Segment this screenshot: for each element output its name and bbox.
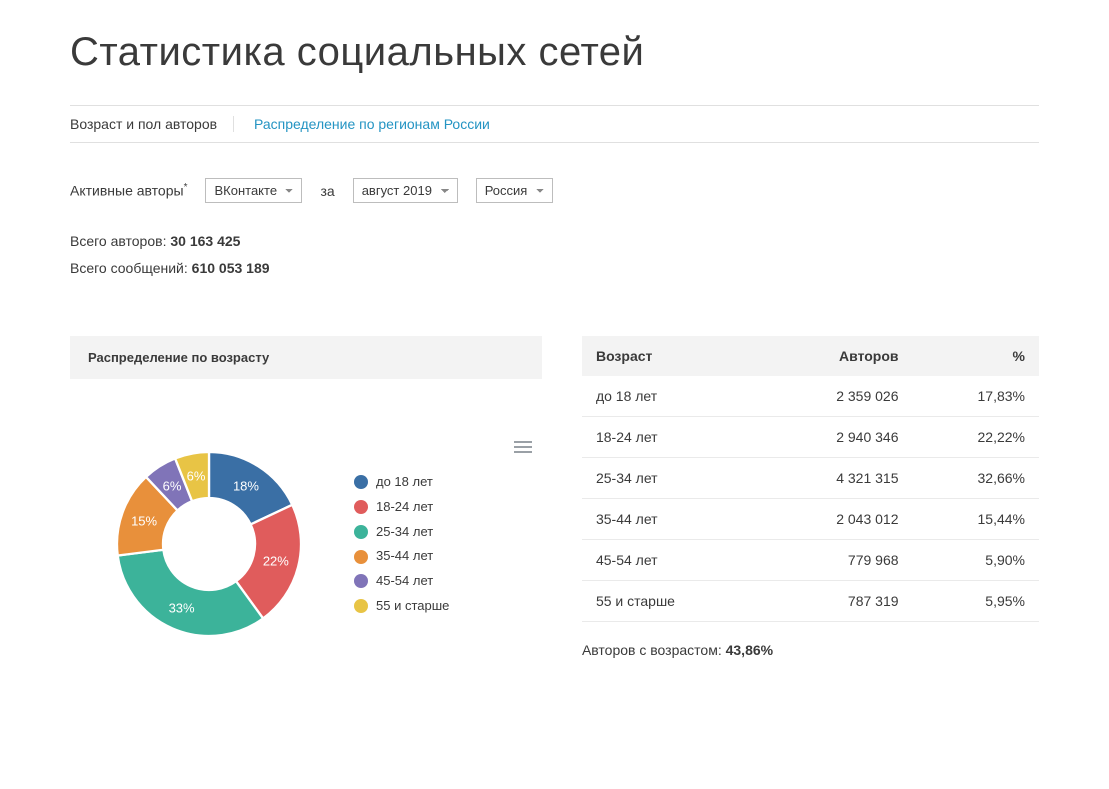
select-region[interactable]: Россия (476, 178, 553, 203)
totals-block: Всего авторов: 30 163 425 Всего сообщени… (70, 228, 1039, 281)
chart-panel-title: Распределение по возрасту (70, 336, 542, 379)
legend-label: 45-54 лет (376, 569, 433, 594)
cell-authors: 2 043 012 (761, 499, 912, 540)
filters-authors-label: Активные авторы* (70, 182, 187, 199)
legend-label: 18-24 лет (376, 495, 433, 520)
cell-age: 45-54 лет (582, 540, 761, 581)
legend-item: до 18 лет (354, 470, 449, 495)
cell-pct: 17,83% (913, 376, 1039, 417)
chart-legend: до 18 лет18-24 лет25-34 лет35-44 лет45-5… (354, 470, 449, 618)
legend-item: 45-54 лет (354, 569, 449, 594)
cell-pct: 32,66% (913, 458, 1039, 499)
cell-pct: 15,44% (913, 499, 1039, 540)
cell-pct: 22,22% (913, 417, 1039, 458)
cell-authors: 779 968 (761, 540, 912, 581)
donut-chart: 18% 22% 33% 15% 6% 6% (94, 429, 324, 659)
tab-age-gender[interactable]: Возраст и пол авторов (70, 116, 229, 132)
slice-label: 22% (263, 554, 289, 569)
legend-item: 55 и старше (354, 594, 449, 619)
cell-authors: 4 321 315 (761, 458, 912, 499)
authors-with-age-footnote: Авторов с возрастом: 43,86% (582, 642, 1039, 658)
tab-regions[interactable]: Распределение по регионам России (233, 116, 502, 132)
slice-label: 6% (163, 478, 182, 493)
slice-label: 33% (169, 600, 195, 615)
cell-pct: 5,95% (913, 581, 1039, 622)
hamburger-icon[interactable] (514, 441, 532, 455)
cell-age: 25-34 лет (582, 458, 761, 499)
cell-age: до 18 лет (582, 376, 761, 417)
total-messages-label: Всего сообщений: (70, 260, 192, 276)
table-row: 55 и старше787 3195,95% (582, 581, 1039, 622)
legend-label: до 18 лет (376, 470, 433, 495)
table-row: 35-44 лет2 043 01215,44% (582, 499, 1039, 540)
cell-age: 55 и старше (582, 581, 761, 622)
select-month[interactable]: август 2019 (353, 178, 458, 203)
th-age: Возраст (582, 336, 761, 376)
table-row: 25-34 лет4 321 31532,66% (582, 458, 1039, 499)
cell-age: 18-24 лет (582, 417, 761, 458)
legend-swatch (354, 525, 368, 539)
chart-panel: Распределение по возрасту 18% 22% 33% 15% 6%… (70, 336, 542, 659)
table-row: до 18 лет2 359 02617,83% (582, 376, 1039, 417)
total-authors-value: 30 163 425 (170, 233, 240, 249)
th-pct: % (913, 336, 1039, 376)
slice-label: 18% (233, 478, 259, 493)
total-authors-label: Всего авторов: (70, 233, 170, 249)
total-messages-value: 610 053 189 (192, 260, 270, 276)
legend-swatch (354, 574, 368, 588)
cell-age: 35-44 лет (582, 499, 761, 540)
legend-swatch (354, 599, 368, 613)
legend-label: 35-44 лет (376, 544, 433, 569)
slice-label: 6% (187, 469, 206, 484)
cell-authors: 787 319 (761, 581, 912, 622)
legend-swatch (354, 500, 368, 514)
age-table: Возраст Авторов % до 18 лет2 359 02617,8… (582, 336, 1039, 658)
legend-label: 25-34 лет (376, 520, 433, 545)
table-row: 45-54 лет779 9685,90% (582, 540, 1039, 581)
legend-item: 18-24 лет (354, 495, 449, 520)
legend-item: 25-34 лет (354, 520, 449, 545)
cell-pct: 5,90% (913, 540, 1039, 581)
slice-label: 15% (131, 513, 157, 528)
th-authors: Авторов (761, 336, 912, 376)
tabs-bar: Возраст и пол авторов Распределение по р… (70, 105, 1039, 143)
table-row: 18-24 лет2 940 34622,22% (582, 417, 1039, 458)
page-title: Статистика социальных сетей (70, 30, 1039, 75)
legend-swatch (354, 475, 368, 489)
legend-swatch (354, 550, 368, 564)
legend-item: 35-44 лет (354, 544, 449, 569)
legend-label: 55 и старше (376, 594, 449, 619)
cell-authors: 2 359 026 (761, 376, 912, 417)
filters-row: Активные авторы* ВКонтакте за август 201… (70, 178, 1039, 203)
select-network[interactable]: ВКонтакте (205, 178, 302, 203)
cell-authors: 2 940 346 (761, 417, 912, 458)
filters-for-label: за (320, 183, 334, 199)
